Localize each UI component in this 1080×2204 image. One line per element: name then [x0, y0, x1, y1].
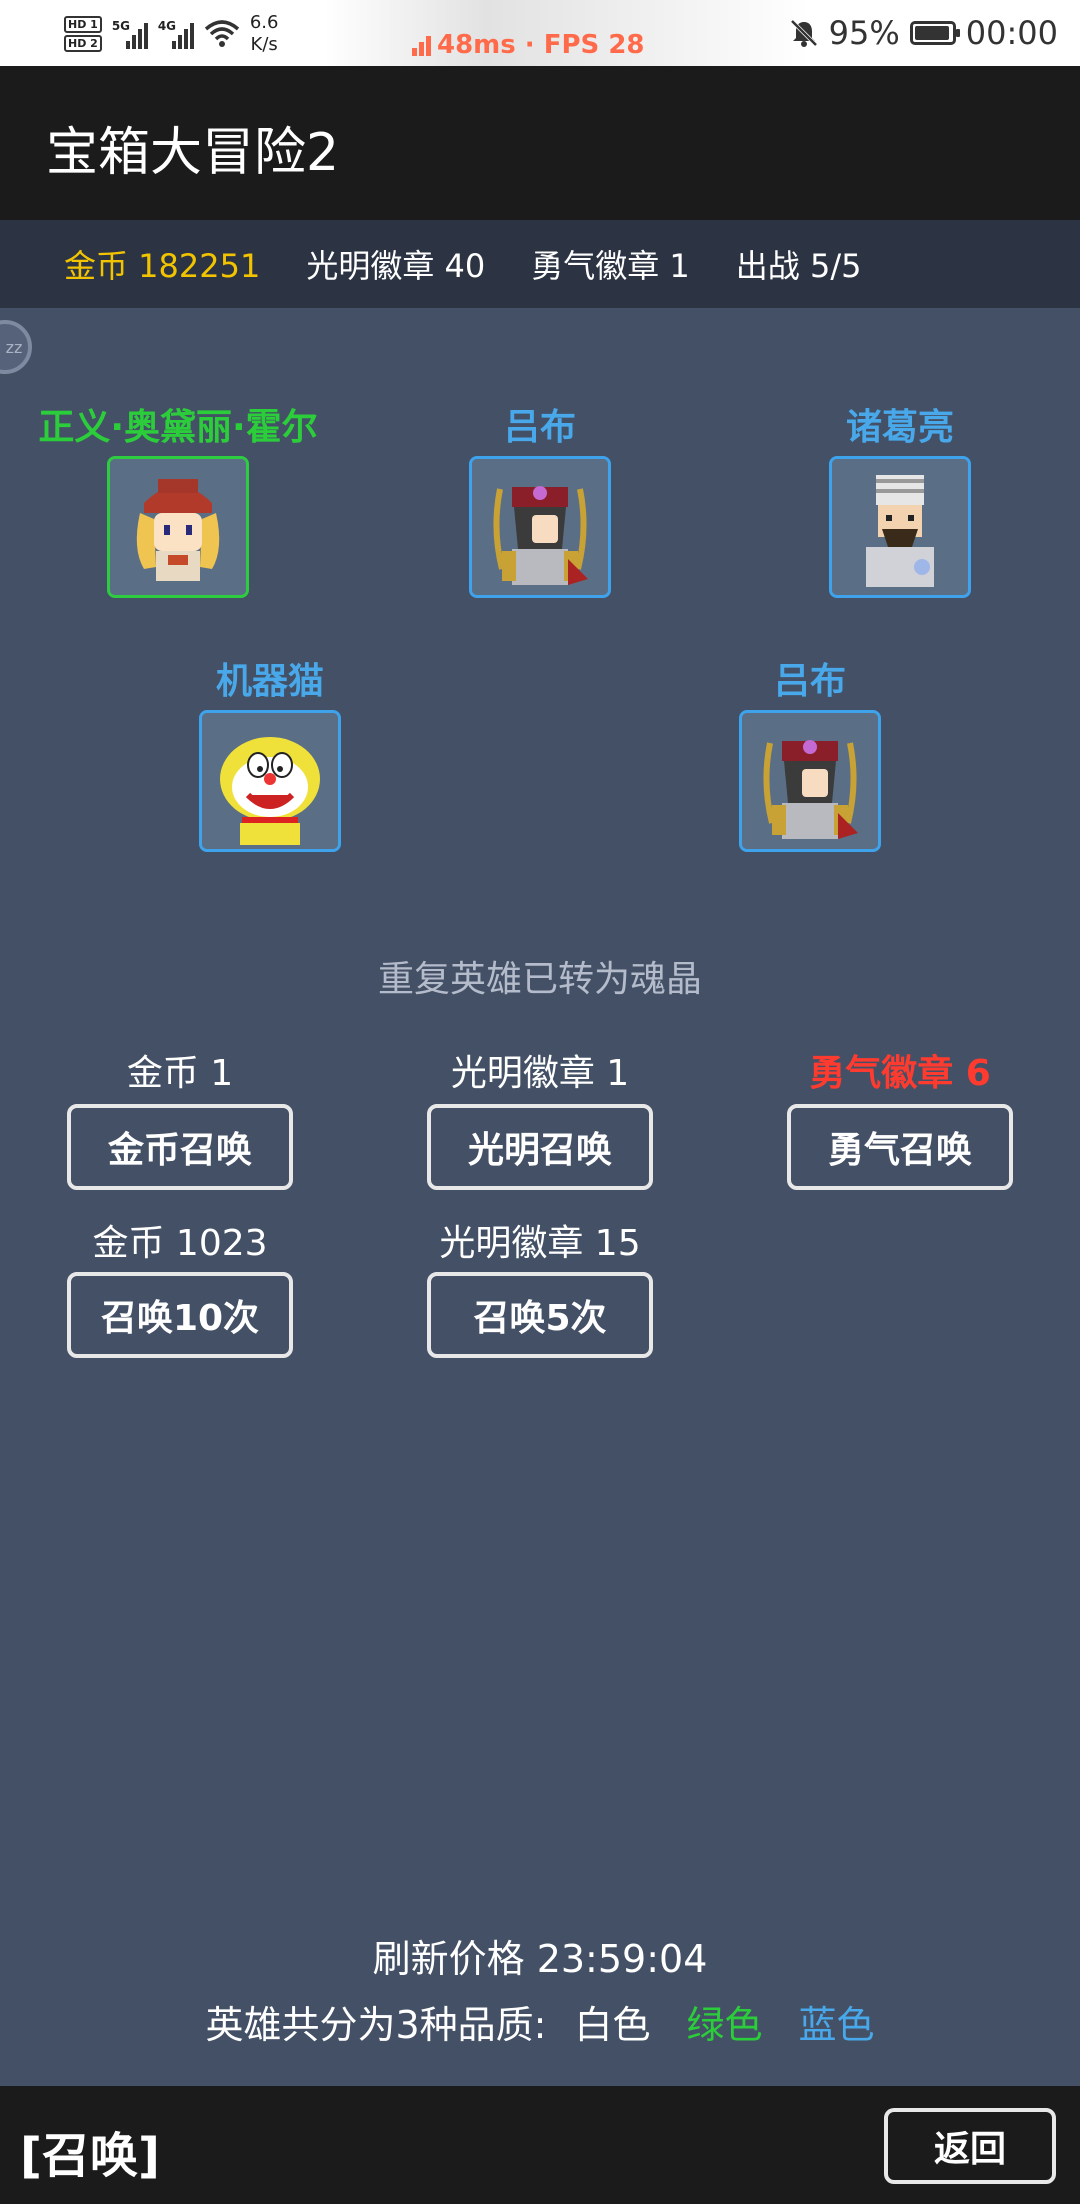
quality-blue: 蓝色: [798, 2003, 875, 2047]
speed-unit: K/s: [250, 34, 278, 55]
hero-name: 吕布: [503, 407, 576, 448]
hero-name: 机器猫: [215, 661, 324, 702]
hero-card[interactable]: 正义·奥黛丽·霍尔: [8, 398, 348, 598]
hero-card[interactable]: 吕布: [690, 652, 930, 852]
hero-avatar-icon: [742, 713, 878, 849]
hd1-badge: HD 1: [64, 16, 102, 33]
resource-bar: 金币 182251 光明徽章 40 勇气徽章 1 出战 5/5: [0, 220, 1080, 308]
clock: 00:00: [965, 14, 1058, 52]
light-summon-cost: 光明徽章 1: [450, 1053, 630, 1094]
quality-info: 英雄共分为3种品质: 白色 绿色 蓝色: [0, 1994, 1080, 2049]
signal-icon-2: 4G: [158, 19, 194, 49]
hero-portrait: [739, 710, 881, 852]
hero-avatar-icon: [832, 459, 968, 595]
gold-summon-button[interactable]: 金币召唤: [67, 1104, 293, 1190]
app-title: 宝箱大冒险2: [46, 123, 340, 183]
back-button[interactable]: 返回: [884, 2108, 1056, 2184]
hd-indicator: HD 1 HD 2: [64, 16, 102, 52]
light-summon-5-cost: 光明徽章 15: [439, 1223, 641, 1264]
status-right: 95% 00:00: [789, 10, 1058, 56]
page-title: [召唤]: [20, 2128, 160, 2184]
duplicate-hero-notice: 重复英雄已转为魂晶: [377, 959, 702, 1000]
hero-avatar-icon: [110, 459, 246, 595]
perf-text: 48ms · FPS 28: [437, 30, 645, 60]
quality-white: 白色: [574, 2003, 651, 2047]
perf-overlay: 48ms · FPS 28: [412, 30, 645, 60]
hero-card[interactable]: 吕布: [420, 398, 660, 598]
hd2-badge: HD 2: [64, 35, 102, 52]
light-badge-count: 光明徽章 40: [306, 247, 486, 285]
hero-name: 诸葛亮: [845, 407, 954, 448]
mute-bell-icon: [790, 19, 818, 47]
gold-summon-cost: 金币 1: [126, 1053, 234, 1094]
hero-name: 正义·奥黛丽·霍尔: [38, 407, 318, 448]
refresh-price-timer: 刷新价格 23:59:04: [372, 1937, 708, 1981]
summon-10-button[interactable]: 召唤10次: [67, 1272, 293, 1358]
gold-summon-10-cost: 金币 1023: [92, 1223, 268, 1264]
hero-card[interactable]: 诸葛亮: [780, 398, 1020, 598]
light-summon-button[interactable]: 光明召唤: [427, 1104, 653, 1190]
app-bar: 宝箱大冒险2: [0, 66, 1080, 220]
hero-avatar-icon: [472, 459, 608, 595]
net1-label: 5G: [111, 19, 131, 33]
speed-value: 6.6: [249, 12, 279, 33]
gold-count: 金币 182251: [64, 247, 261, 285]
courage-badge-count: 勇气徽章 1: [531, 247, 690, 285]
net-speed: 6.6 K/s: [250, 12, 279, 56]
hero-portrait: [469, 456, 611, 598]
hero-name: 吕布: [773, 661, 846, 702]
wifi-icon: [204, 20, 239, 47]
status-left: HD 1 HD 2 5G 4G 6.6 K/s: [64, 6, 278, 62]
battery-icon: [909, 21, 960, 45]
floating-assist-button[interactable]: zz: [0, 320, 32, 374]
battery-percent: 95%: [828, 14, 900, 52]
courage-summon-cost: 勇气徽章 6: [809, 1053, 991, 1094]
deploy-count: 出战 5/5: [735, 247, 862, 285]
hero-portrait: [829, 456, 971, 598]
quality-prefix: 英雄共分为3种品质:: [205, 2003, 547, 2047]
courage-summon-button[interactable]: 勇气召唤: [787, 1104, 1013, 1190]
hero-card[interactable]: 机器猫: [150, 652, 390, 852]
perf-bars-icon: [412, 34, 431, 56]
bottom-bar: [召唤] 返回: [0, 2086, 1080, 2204]
hero-avatar-icon: [202, 713, 338, 849]
summon-5-button[interactable]: 召唤5次: [427, 1272, 653, 1358]
status-bar: HD 1 HD 2 5G 4G 6.6 K/s 48ms · FPS 28 95…: [0, 0, 1080, 66]
signal-icon: 5G: [112, 19, 148, 49]
net2-label: 4G: [157, 19, 177, 33]
hero-portrait: [199, 710, 341, 852]
quality-green: 绿色: [686, 2003, 763, 2047]
hero-portrait: [107, 456, 249, 598]
